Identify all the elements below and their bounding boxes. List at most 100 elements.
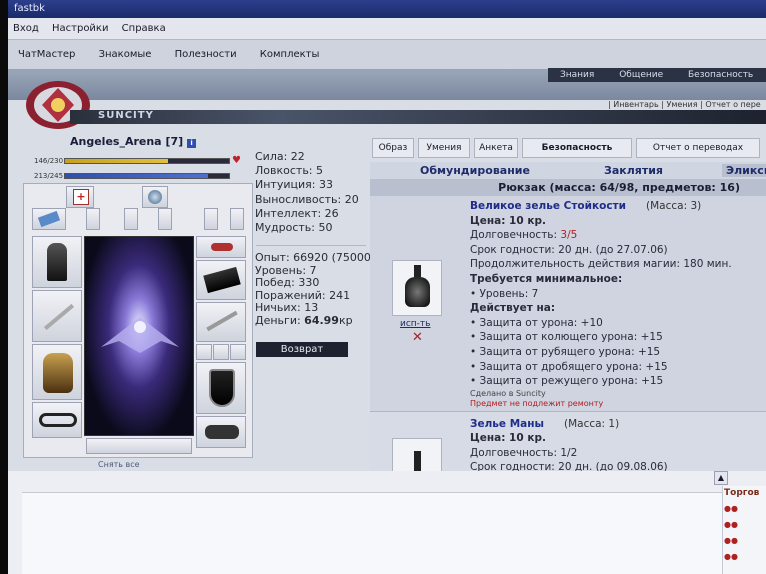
item-expiry: Срок годности: 20 дн. (до 27.07.06)	[470, 243, 668, 256]
character-portrait[interactable]	[84, 236, 194, 436]
menu-item-login[interactable]: Вход	[8, 18, 44, 39]
slot-small-2[interactable]	[124, 208, 138, 230]
equipment-panel: +	[23, 183, 253, 458]
backpack-header: Рюкзак (масса: 64/98, предметов: 16)	[370, 179, 766, 196]
potion-neck-icon	[414, 451, 421, 471]
slot-bracers[interactable]	[196, 302, 246, 342]
sub-navigation[interactable]: | Инвентарь | Умения | Отчет о пере	[608, 100, 761, 109]
slot-helmet[interactable]	[32, 236, 82, 288]
slot-small-4[interactable]	[204, 208, 218, 230]
subtab-spells[interactable]: Заклятия	[604, 164, 663, 177]
item-effects-title: Действует на:	[470, 302, 556, 315]
toolbar-chatmaster[interactable]: ЧатМастер	[8, 40, 85, 69]
menu-item-help[interactable]: Справка	[117, 18, 171, 39]
item-mass: (Масса: 3)	[646, 200, 702, 212]
profile-tabs: Образ Умения Анкета Безопасность Отчет о…	[372, 138, 766, 160]
tab-security[interactable]: Безопасность	[522, 138, 632, 158]
screen: fastbk Вход Настройки Справка ЧатМастер …	[8, 0, 766, 574]
menu-bar: Вход Настройки Справка	[8, 18, 766, 40]
character-name[interactable]: Angeles_Arena [7] i	[70, 135, 197, 148]
trade-row-icon[interactable]: ●●	[724, 536, 738, 545]
item-name[interactable]: Великое зелье Стойкости	[470, 200, 626, 212]
delete-item-icon[interactable]: ✕	[412, 330, 423, 345]
item-effect: • Защита от режущего урона: +15	[470, 375, 664, 388]
item-durability: Долговечность: 1/2	[470, 446, 578, 459]
character-nick[interactable]: Angeles_Arena	[70, 135, 162, 148]
belt-icon	[39, 413, 77, 427]
trade-row-icon[interactable]: ●●	[724, 504, 738, 513]
slot-weapon[interactable]	[32, 290, 82, 342]
orb-icon	[148, 190, 162, 204]
scroll-icon	[37, 210, 61, 228]
stat-strength: Сила: 22	[255, 150, 305, 163]
slot-shield[interactable]	[196, 362, 246, 414]
trade-row-icon[interactable]: ●●	[724, 552, 738, 561]
item-made-in: Сделано в Suncity	[470, 388, 546, 398]
item-description: Великое зелье Стойкости (Масса: 3) Цена: …	[470, 199, 760, 409]
chat-window[interactable]	[22, 492, 722, 574]
earring-icon	[211, 243, 233, 251]
item-durability-value: 3/5	[560, 229, 578, 242]
trade-row-icon[interactable]: ●●	[724, 520, 738, 529]
back-button[interactable]: Возврат	[256, 342, 348, 357]
slot-ring-3[interactable]	[230, 344, 246, 360]
hp-bar-fill	[65, 159, 169, 163]
slot-earrings[interactable]	[196, 236, 246, 258]
slot-amulet[interactable]: +	[66, 186, 94, 208]
stat-experience: Опыт: 66920 (75000)	[255, 251, 376, 264]
slot-small-3[interactable]	[158, 208, 172, 230]
slot-belt[interactable]	[32, 402, 82, 438]
toolbar-friends[interactable]: Знакомые	[89, 40, 162, 69]
city-banner	[70, 110, 766, 124]
slot-pockets[interactable]	[86, 438, 192, 454]
slot-ring-2[interactable]	[213, 344, 229, 360]
slot-ring-scroll[interactable]	[32, 208, 66, 230]
remove-all-link[interactable]: Снять все	[98, 460, 140, 469]
hp-text: 146/230	[34, 157, 64, 165]
toolbar-sets[interactable]: Комплекты	[250, 40, 330, 69]
info-icon[interactable]: i	[187, 139, 197, 148]
slot-gloves[interactable]	[196, 260, 246, 300]
sword-icon	[43, 303, 75, 331]
money-label: Деньги:	[255, 313, 301, 327]
link-security[interactable]: Безопасность	[688, 70, 753, 80]
shield-icon	[209, 369, 235, 407]
link-knowledge[interactable]: Знания	[560, 70, 594, 80]
tab-transfer-report[interactable]: Отчет о переводах	[636, 138, 760, 158]
subtab-elixirs[interactable]: Эликсиры	[722, 164, 766, 177]
potion-icon[interactable]	[392, 438, 442, 472]
tab-skills[interactable]: Умения	[418, 138, 470, 158]
slot-rune[interactable]	[142, 186, 168, 208]
mana-bar	[64, 173, 230, 179]
link-community[interactable]: Общение	[619, 70, 663, 80]
item-effect: • Защита от урона: +10	[470, 316, 603, 329]
hp-bar	[64, 158, 230, 164]
stats-list: Сила: 22 Ловкость: 5 Интуиция: 33 Выносл…	[255, 150, 359, 235]
slot-boots[interactable]	[196, 416, 246, 448]
potion-icon[interactable]	[392, 260, 442, 316]
inventory-item: Зелье Маны (Масса: 1) Цена: 10 кр. Долгов…	[370, 411, 766, 473]
slot-ring-1[interactable]	[196, 344, 212, 360]
scroll-up-arrow-icon[interactable]: ▲	[714, 471, 728, 485]
first-aid-icon: +	[73, 189, 89, 205]
city-name: SUNCITY	[98, 110, 154, 121]
item-effect: • Защита от рубящего урона: +15	[470, 345, 661, 358]
item-requirement-level: • Уровень: 7	[470, 287, 539, 300]
tab-profile[interactable]: Анкета	[474, 138, 518, 158]
menu-item-settings[interactable]: Настройки	[47, 18, 113, 39]
subtab-equipment[interactable]: Обмундирование	[420, 164, 530, 177]
item-price: Цена: 10 кр.	[470, 214, 546, 227]
item-name[interactable]: Зелье Маны	[470, 418, 544, 430]
item-mass: (Масса: 1)	[563, 418, 620, 430]
mana-bar-fill	[65, 174, 208, 178]
item-description: Зелье Маны (Масса: 1) Цена: 10 кр. Долгов…	[470, 417, 760, 475]
toolbar-utilities[interactable]: Полезности	[165, 40, 247, 69]
wings-icon	[101, 317, 179, 353]
helmet-icon	[47, 243, 67, 281]
header-links: Знания Общение Безопасность	[560, 70, 766, 80]
slot-small-5[interactable]	[230, 208, 244, 230]
use-item-link[interactable]: исп-ть	[400, 319, 430, 329]
slot-armor[interactable]	[32, 344, 82, 400]
slot-small-1[interactable]	[86, 208, 100, 230]
tab-appearance[interactable]: Образ	[372, 138, 414, 158]
